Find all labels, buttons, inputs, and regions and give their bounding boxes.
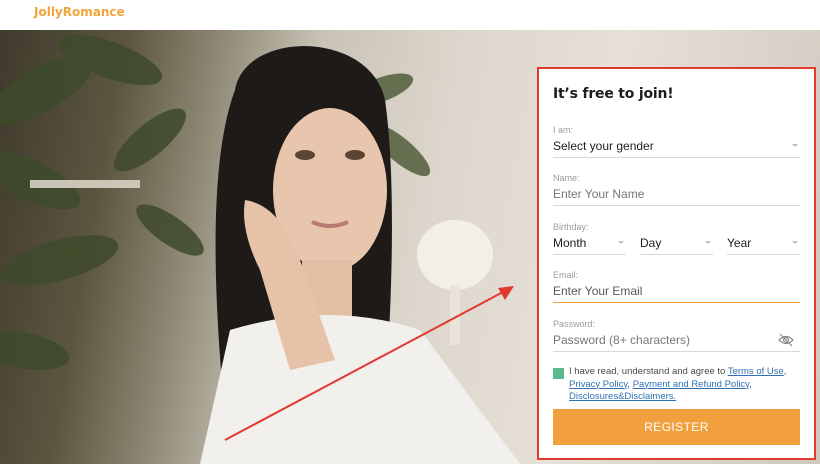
gender-label: I am: xyxy=(553,125,574,135)
name-input[interactable]: Enter Your Name xyxy=(553,185,800,206)
gender-select-value: Select your gender xyxy=(553,139,654,153)
eye-slash-icon[interactable] xyxy=(778,333,794,347)
terms-comma-2: , xyxy=(627,378,631,390)
birthday-day-select[interactable]: Day xyxy=(640,234,713,255)
name-label: Name: xyxy=(553,173,580,183)
form-title: It’s free to join! xyxy=(553,86,674,102)
email-label: Email: xyxy=(553,270,579,280)
registration-form: It’s free to join! I am: Select your gen… xyxy=(537,67,816,460)
terms-text: I have read, understand and agree to Ter… xyxy=(569,366,791,404)
lamp-graphic xyxy=(417,220,493,290)
year-select-value: Year xyxy=(727,236,752,250)
plant-leaves-graphic xyxy=(0,34,204,370)
right-eye-graphic xyxy=(345,150,365,160)
payment-refund-link[interactable]: Payment and Refund Policy xyxy=(633,379,750,390)
chevron-down-icon xyxy=(792,241,798,244)
chevron-down-icon xyxy=(705,241,711,244)
terms-prefix: I have read, understand and agree to xyxy=(569,366,728,377)
terms-comma-1: , xyxy=(783,366,787,377)
email-input[interactable]: Enter Your Email xyxy=(553,282,800,303)
shelf-graphic xyxy=(30,180,140,188)
site-header: JollyRomance xyxy=(0,0,820,30)
left-eye-graphic xyxy=(295,150,315,160)
password-label: Password: xyxy=(553,319,596,329)
checkbox-checked-icon[interactable] xyxy=(553,368,564,379)
birthday-year-select[interactable]: Year xyxy=(727,234,800,255)
password-input[interactable]: Password (8+ characters) xyxy=(553,331,800,352)
chevron-down-icon xyxy=(792,144,798,147)
register-button[interactable]: REGISTER xyxy=(553,409,800,445)
site-logo[interactable]: JollyRomance xyxy=(34,5,125,19)
shirt-graphic xyxy=(200,315,520,464)
terms-of-use-link[interactable]: Terms of Use xyxy=(728,366,784,377)
chevron-down-icon xyxy=(618,241,624,244)
month-select-value: Month xyxy=(553,236,587,250)
password-placeholder: Password (8+ characters) xyxy=(553,333,691,347)
day-select-value: Day xyxy=(640,236,662,250)
disclosures-link[interactable]: Disclosures&Disclaimers. xyxy=(569,391,676,402)
terms-comma-3: , xyxy=(749,378,752,390)
privacy-policy-link[interactable]: Privacy Policy xyxy=(569,379,627,390)
birthday-label: Birthday: xyxy=(553,222,589,232)
gender-select[interactable]: Select your gender xyxy=(553,137,800,158)
birthday-month-select[interactable]: Month xyxy=(553,234,626,255)
